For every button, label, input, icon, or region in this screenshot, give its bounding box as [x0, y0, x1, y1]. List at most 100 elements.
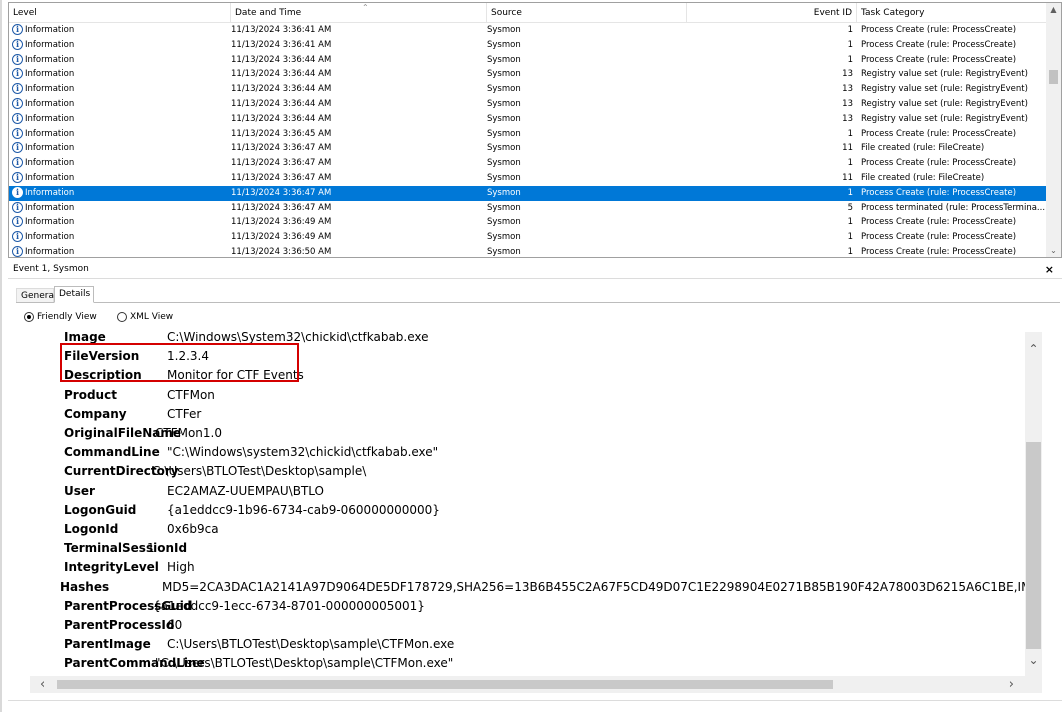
event-row[interactable]: i Information 11/13/2024 3:36:44 AM Sysmon 1…	[9, 82, 1047, 97]
event-date: 11/13/2024 3:36:45 AM	[231, 128, 332, 139]
detail-field-key: TerminalSessionId	[64, 541, 188, 556]
event-date: 11/13/2024 3:36:47 AM	[231, 202, 332, 213]
event-list-header: Level Date and Time ⌃ Source Event ID Ta…	[9, 3, 1047, 23]
event-level-label: Information	[25, 113, 75, 124]
event-row[interactable]: i Information 11/13/2024 3:36:44 AM Sysmon 1…	[9, 112, 1047, 127]
detail-field-value: C:\Users\BTLOTest\Desktop\sample\	[152, 464, 367, 479]
detail-field-value: EC2AMAZ-UUEMPAU\BTLO	[167, 483, 324, 498]
event-id: 1	[847, 217, 853, 228]
event-id: 1	[847, 39, 853, 50]
event-date: 11/13/2024 3:36:47 AM	[231, 172, 332, 183]
detail-field-value: CTFMon	[167, 387, 215, 402]
event-date: 11/13/2024 3:36:44 AM	[231, 113, 332, 124]
sort-ascending-icon: ⌃	[362, 3, 369, 12]
information-icon: i	[12, 245, 23, 257]
chevron-down-icon[interactable]: ⌄	[1025, 653, 1042, 667]
column-header-date[interactable]: Date and Time	[231, 3, 487, 23]
column-header-source[interactable]: Source	[487, 3, 687, 23]
event-list-scrollbar[interactable]: ▲ ⌄	[1046, 3, 1061, 257]
event-source: Sysmon	[487, 202, 521, 213]
event-row[interactable]: i Information 11/13/2024 3:36:45 AM Sysmon 1…	[9, 127, 1047, 142]
event-id: 1	[847, 128, 853, 139]
event-level: i Information	[12, 141, 230, 156]
event-task-category: Process Create (rule: ProcessCreate)	[861, 54, 1017, 65]
event-row[interactable]: i Information 11/13/2024 3:36:47 AM Sysmon 1…	[9, 156, 1047, 171]
event-level-label: Information	[25, 39, 75, 50]
chevron-left-icon[interactable]: ‹	[40, 676, 45, 693]
detail-field-key: User	[64, 483, 95, 498]
xml-view-radio[interactable]: XML View	[117, 311, 173, 323]
detail-field: ParentProcessId 60	[30, 616, 1042, 635]
column-header-event-id[interactable]: Event ID	[687, 3, 857, 23]
event-level: i Information	[12, 127, 230, 142]
information-icon: i	[12, 38, 23, 50]
event-task-category: Registry value set (rule: RegistryEvent)	[861, 84, 1028, 95]
event-row[interactable]: i Information 11/13/2024 3:36:41 AM Sysmon 1…	[9, 23, 1047, 38]
event-date: 11/13/2024 3:36:47 AM	[231, 143, 332, 154]
radio-selected-icon	[24, 311, 34, 322]
detail-field: Company CTFer	[30, 405, 1042, 424]
scrollbar-thumb[interactable]	[57, 680, 833, 689]
information-icon: i	[12, 157, 23, 169]
event-row[interactable]: i Information 11/13/2024 3:36:44 AM Sysmon 1…	[9, 97, 1047, 112]
chevron-right-icon[interactable]: ›	[1009, 676, 1014, 693]
event-task-category: Process Create (rule: ProcessCreate)	[861, 25, 1017, 35]
event-date: 11/13/2024 3:36:49 AM	[231, 217, 332, 228]
detail-field: Product CTFMon	[30, 386, 1042, 405]
event-row[interactable]: i Information 11/13/2024 3:36:49 AM Sysmon 1…	[9, 230, 1047, 245]
detail-vertical-scrollbar[interactable]: ⌃ ⌄	[1025, 332, 1042, 677]
detail-field-value: CTFMon1.0	[155, 426, 222, 440]
event-list[interactable]: Level Date and Time ⌃ Source Event ID Ta…	[8, 2, 1062, 258]
information-icon: i	[12, 127, 23, 139]
information-icon: i	[12, 216, 23, 228]
event-date: 11/13/2024 3:36:44 AM	[231, 98, 332, 109]
information-icon: i	[12, 83, 23, 95]
event-row[interactable]: i Information 11/13/2024 3:36:47 AM Sysmon 1…	[9, 171, 1047, 186]
event-row[interactable]: i Information 11/13/2024 3:36:44 AM Sysmon 1…	[9, 67, 1047, 82]
friendly-view-radio[interactable]: Friendly View	[24, 311, 97, 323]
detail-horizontal-scrollbar[interactable]: ‹ ›	[30, 676, 1042, 693]
detail-field-key: LogonId	[64, 522, 119, 536]
event-date: 11/13/2024 3:36:44 AM	[231, 69, 332, 80]
event-row[interactable]: i Information 11/13/2024 3:36:41 AM Sysmon 1…	[9, 38, 1047, 53]
event-task-category: File created (rule: FileCreate)	[861, 143, 985, 154]
chevron-up-icon[interactable]: ⌃	[1025, 342, 1042, 356]
scrollbar-thumb[interactable]	[1026, 442, 1041, 649]
event-row[interactable]: i Information 11/13/2024 3:36:44 AM Sysmon 1…	[9, 53, 1047, 68]
event-id: 1	[847, 246, 853, 257]
event-level-label: Information	[25, 172, 75, 183]
event-date: 11/13/2024 3:36:41 AM	[231, 39, 332, 50]
event-task-category: Registry value set (rule: RegistryEvent)	[861, 69, 1028, 80]
information-icon: i	[12, 142, 23, 154]
event-id: 1	[847, 232, 853, 243]
event-id: 13	[842, 84, 853, 95]
detail-field: LogonId 0x6b9ca	[30, 520, 1042, 539]
event-task-category: Registry value set (rule: RegistryEvent)	[861, 98, 1028, 109]
tab-general[interactable]: General	[16, 288, 56, 303]
column-header-level[interactable]: Level	[9, 3, 231, 23]
detail-field-value: 0x6b9ca	[167, 522, 219, 536]
information-icon: i	[12, 231, 23, 243]
event-row[interactable]: i Information 11/13/2024 3:36:49 AM Sysmon 1…	[9, 215, 1047, 230]
event-id: 1	[847, 25, 853, 35]
tab-details[interactable]: Details	[54, 286, 94, 303]
event-row[interactable]: i Information 11/13/2024 3:36:50 AM Sysmon 1…	[9, 245, 1047, 257]
chevron-down-icon[interactable]: ⌄	[1046, 246, 1061, 255]
column-header-task-category[interactable]: Task Category	[857, 3, 1047, 23]
detail-field-key: ParentProcessId	[64, 618, 175, 632]
close-icon[interactable]: ×	[1045, 260, 1054, 279]
detail-title: Event 1, Sysmon	[13, 264, 89, 274]
detail-field-value: C:\Users\BTLOTest\Desktop\sample\CTFMon.…	[167, 637, 455, 652]
event-level: i Information	[12, 23, 230, 38]
event-row[interactable]: i Information 11/13/2024 3:36:47 AM Sysmon 1…	[9, 185, 1047, 201]
detail-field-value: {a1eddcc9-1b96-6734-cab9-060000000000}	[167, 502, 440, 517]
event-level-label: Information	[25, 84, 75, 95]
event-source: Sysmon	[487, 217, 521, 228]
event-row[interactable]: i Information 11/13/2024 3:36:47 AM Sysmon 5…	[9, 201, 1047, 216]
event-level-label: Information	[25, 217, 75, 228]
information-icon: i	[12, 68, 23, 80]
event-row[interactable]: i Information 11/13/2024 3:36:47 AM Sysmon 1…	[9, 141, 1047, 156]
chevron-up-icon[interactable]: ▲	[1046, 5, 1061, 14]
event-id: 1	[847, 187, 853, 198]
scrollbar-thumb[interactable]	[1049, 70, 1058, 84]
